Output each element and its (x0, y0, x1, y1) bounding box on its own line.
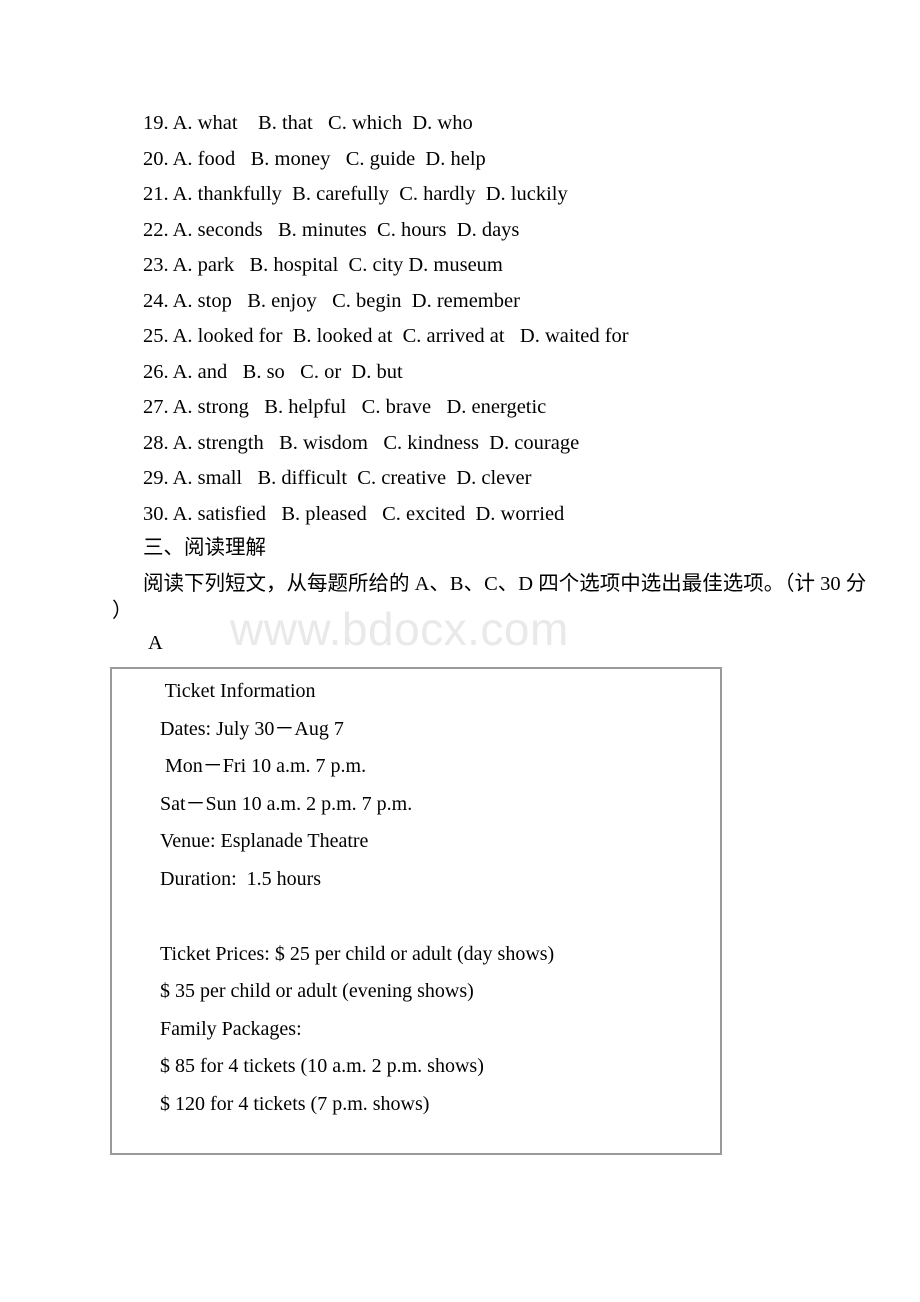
ticket-line-price-day: Ticket Prices: $ 25 per child or adult (… (160, 942, 555, 965)
ticket-line-price-evening: $ 35 per child or adult (evening shows) (160, 980, 474, 1002)
ticket-line-family-packages-title: Family Packages: (160, 1017, 302, 1040)
cloze-question-26: 26. A. and B. so C. or D. but (143, 360, 403, 383)
watermark-text: www.bdocx.com (230, 603, 569, 655)
cloze-question-20: 20. A. food B. money C. guide D. help (143, 147, 486, 170)
ticket-line-title: Ticket Information (160, 680, 316, 702)
passage-label-a: A (148, 632, 163, 654)
ticket-information-box: Ticket Information Dates: July 30－Aug 7 … (110, 667, 722, 1155)
cloze-question-28: 28. A. strength B. wisdom C. kindness D.… (143, 431, 580, 454)
cloze-question-list: 19. A. what B. that C. which D. who 20. … (143, 106, 863, 532)
cloze-question-24: 24. A. stop B. enjoy C. begin D. remembe… (143, 289, 520, 312)
cloze-question-23: 23. A. park B. hospital C. city D. museu… (143, 254, 503, 276)
cloze-question-25: 25. A. looked for B. looked at C. arrive… (143, 325, 629, 347)
ticket-line-spacer (112, 898, 720, 936)
ticket-line-family-package-85: $ 85 for 4 tickets (10 a.m. 2 p.m. shows… (160, 1055, 484, 1077)
ticket-line-family-package-120: $ 120 for 4 tickets (7 p.m. shows) (160, 1092, 430, 1115)
ticket-line-weekend-times: Sat－Sun 10 a.m. 2 p.m. 7 p.m. (160, 792, 413, 815)
ticket-line-dates: Dates: July 30－Aug 7 (160, 717, 344, 740)
ticket-line-venue: Venue: Esplanade Theatre (160, 830, 369, 852)
cloze-question-30: 30. A. satisfied B. pleased C. excited D… (143, 502, 565, 525)
ticket-information-content: Ticket Information Dates: July 30－Aug 7 … (112, 669, 720, 1123)
cloze-question-21: 21. A. thankfully B. carefully C. hardly… (143, 183, 568, 205)
document-page: www.bdocx.com 19. A. what B. that C. whi… (0, 0, 920, 1302)
reading-section-instruction: 阅读下列短文，从每题所给的 A、B、C、D 四个选项中选出最佳选项。（计 30 … (143, 573, 867, 595)
cloze-question-29: 29. A. small B. difficult C. creative D.… (143, 467, 532, 489)
reading-section-instruction-tail: ） (112, 600, 133, 622)
ticket-line-weekday-times: Mon－Fri 10 a.m. 7 p.m. (160, 755, 367, 777)
cloze-question-22: 22. A. seconds B. minutes C. hours D. da… (143, 218, 520, 241)
cloze-question-27: 27. A. strong B. helpful C. brave D. ene… (143, 396, 547, 418)
reading-section-heading: 三、阅读理解 (143, 537, 266, 559)
cloze-question-19: 19. A. what B. that C. which D. who (143, 112, 473, 134)
ticket-line-duration: Duration: 1.5 hours (160, 867, 322, 890)
